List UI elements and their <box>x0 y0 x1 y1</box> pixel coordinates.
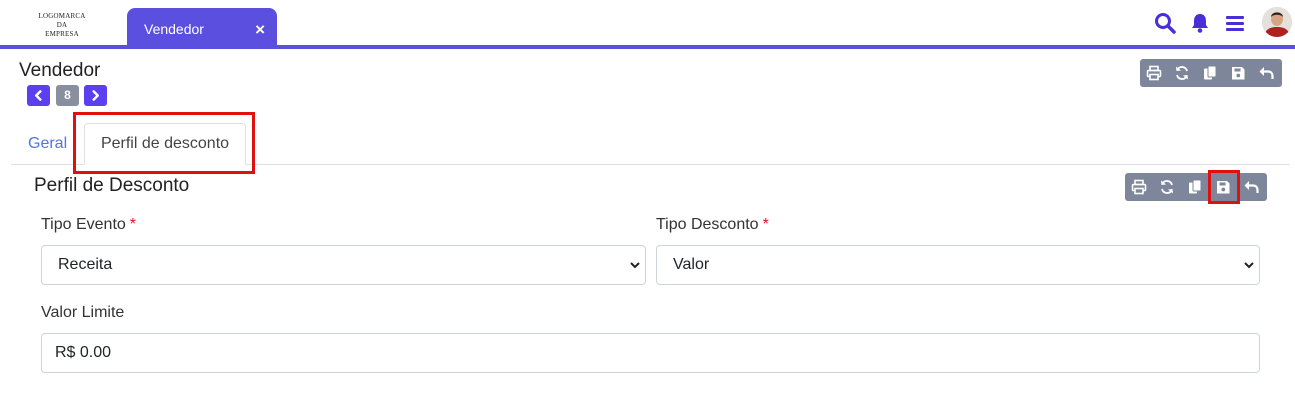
tipo-desconto-value: Valor <box>673 256 710 273</box>
menu-icon[interactable] <box>1224 12 1246 34</box>
page-title: Vendedor <box>19 60 101 81</box>
top-bar: LOGOMARCA DA EMPRESA Vendedor × <box>0 0 1295 46</box>
valor-limite-label: Valor Limite <box>41 304 125 321</box>
copy-icon <box>1189 179 1202 194</box>
undo-button[interactable] <box>1252 59 1280 87</box>
section-copy-button[interactable] <box>1181 173 1209 201</box>
chevron-down-icon <box>1244 262 1254 269</box>
section-print-button[interactable] <box>1125 173 1153 201</box>
required-marker: * <box>762 216 769 233</box>
required-marker: * <box>129 216 137 233</box>
highlight-box-tab <box>73 112 255 174</box>
undo-icon <box>1259 67 1274 79</box>
chevron-right-icon <box>92 90 99 101</box>
section-refresh-button[interactable] <box>1153 173 1181 201</box>
section-undo-button[interactable] <box>1237 173 1265 201</box>
record-number-badge: 8 <box>56 85 79 106</box>
logo-line-3: EMPRESA <box>45 30 79 38</box>
tipo-evento-value: Receita <box>58 256 113 273</box>
tipo-evento-select[interactable]: Receita <box>41 245 646 285</box>
print-icon <box>1131 179 1147 195</box>
highlight-box-save <box>1208 170 1240 204</box>
company-logo[interactable]: LOGOMARCA DA EMPRESA <box>28 12 96 39</box>
section-title: Perfil de Desconto <box>34 175 190 196</box>
chevron-down-icon <box>630 262 640 269</box>
tipo-desconto-label-text: Tipo Desconto <box>656 216 759 233</box>
tipo-desconto-label: Tipo Desconto * <box>656 216 769 234</box>
logo-line-2: DA <box>56 21 68 29</box>
section-toolbar <box>1125 173 1267 201</box>
record-toolbar <box>1140 59 1282 87</box>
copy-icon <box>1204 65 1217 80</box>
user-avatar[interactable] <box>1262 7 1292 37</box>
copy-button[interactable] <box>1196 59 1224 87</box>
previous-record-button[interactable] <box>27 85 50 106</box>
valor-limite-input[interactable]: R$ 0.00 <box>41 333 1260 373</box>
tipo-evento-label-text: Tipo Evento <box>41 216 126 233</box>
refresh-icon <box>1161 180 1173 194</box>
open-tab-label: Vendedor <box>144 21 204 37</box>
close-tab-icon[interactable]: × <box>255 21 265 38</box>
top-bar-accent-line <box>0 45 1295 49</box>
refresh-icon <box>1176 66 1188 80</box>
next-record-button[interactable] <box>84 85 107 106</box>
logo-line-1: LOGOMARCA <box>38 12 86 20</box>
refresh-button[interactable] <box>1168 59 1196 87</box>
bell-icon[interactable] <box>1189 12 1211 34</box>
open-tab-vendedor[interactable]: Vendedor × <box>127 8 277 46</box>
search-icon[interactable] <box>1154 12 1176 34</box>
tipo-evento-label: Tipo Evento * <box>41 216 136 234</box>
save-button[interactable] <box>1224 59 1252 87</box>
save-icon <box>1232 67 1245 80</box>
tipo-desconto-select[interactable]: Valor <box>656 245 1260 285</box>
tab-geral[interactable]: Geral <box>28 135 67 153</box>
undo-icon <box>1244 181 1259 193</box>
chevron-left-icon <box>35 90 42 101</box>
print-icon <box>1146 65 1162 81</box>
print-button[interactable] <box>1140 59 1168 87</box>
